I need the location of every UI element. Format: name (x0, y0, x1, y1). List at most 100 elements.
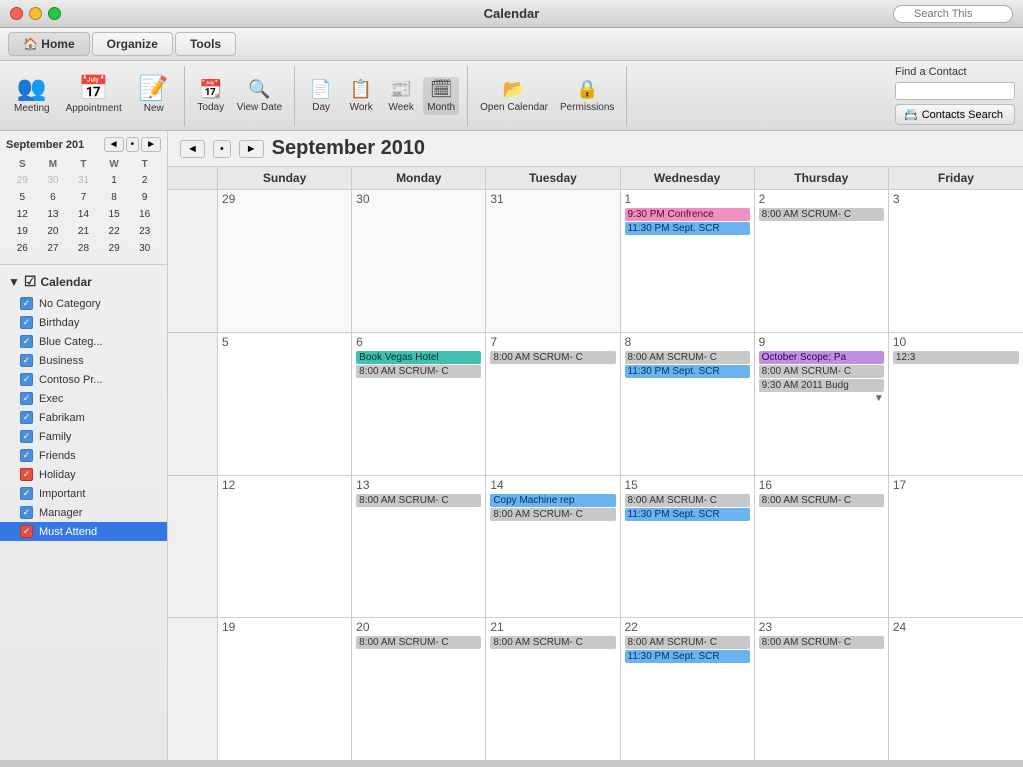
mini-cal-day[interactable]: 12 (8, 207, 37, 222)
cal-event[interactable]: Copy Machine rep (490, 494, 615, 507)
tab-tools[interactable]: Tools (175, 32, 236, 56)
cal-event[interactable]: 11:30 PM Sept. SCR (625, 365, 750, 378)
mini-cal-day[interactable]: 26 (8, 241, 37, 256)
cal-cell-sep21[interactable]: 21 8:00 AM SCRUM- C (486, 618, 620, 760)
cal-event[interactable]: 12:3 (893, 351, 1019, 364)
mini-cal-day[interactable]: 22 (100, 224, 129, 239)
mini-cal-day[interactable]: 19 (8, 224, 37, 239)
cal-event[interactable]: 11:30 PM Sept. SCR (625, 222, 750, 235)
minimize-button[interactable] (29, 7, 42, 20)
cal-event[interactable]: 8:00 AM SCRUM- C (490, 351, 615, 364)
cal-cell-sep23[interactable]: 23 8:00 AM SCRUM- C (755, 618, 889, 760)
cal-event[interactable]: 8:00 AM SCRUM- C (356, 494, 481, 507)
sidebar-item-friends[interactable]: ✓ Friends (0, 446, 167, 465)
checkbox-fabrikam[interactable]: ✓ (20, 411, 33, 424)
cal-cell-sep15[interactable]: 15 8:00 AM SCRUM- C 11:30 PM Sept. SCR (621, 476, 755, 618)
mini-cal-day[interactable]: 9 (130, 190, 159, 205)
cal-event[interactable]: Book Vegas Hotel (356, 351, 481, 364)
open-calendar-button[interactable]: 📂 Open Calendar (476, 77, 552, 115)
month-button[interactable]: 🗓 Month (423, 77, 459, 115)
mini-cal-day[interactable]: 28 (69, 241, 98, 256)
sidebar-item-no-category[interactable]: ✓ No Category (0, 294, 167, 313)
checkbox-no-category[interactable]: ✓ (20, 297, 33, 310)
cal-event[interactable]: 8:00 AM SCRUM- C (759, 494, 884, 507)
cal-cell-sep1[interactable]: 1 9:30 PM Confrence 11:30 PM Sept. SCR (621, 190, 755, 332)
mini-cal-today[interactable]: • (126, 137, 140, 152)
mini-cal-day[interactable]: 13 (39, 207, 68, 222)
tab-home[interactable]: 🏠 Home (8, 32, 90, 56)
cal-event[interactable]: 9:30 AM 2011 Budg (759, 379, 884, 392)
cal-event[interactable]: 8:00 AM SCRUM- C (356, 636, 481, 649)
mini-cal-day[interactable]: 15 (100, 207, 129, 222)
cal-next-button[interactable]: ► (239, 140, 264, 158)
mini-cal-day[interactable]: 2 (130, 173, 159, 188)
meeting-button[interactable]: 👥 Meeting (8, 73, 56, 118)
cal-event[interactable]: 8:00 AM SCRUM- C (490, 508, 615, 521)
cal-event[interactable]: 9:30 PM Confrence (625, 208, 750, 221)
checkbox-business[interactable]: ✓ (20, 354, 33, 367)
sidebar-item-manager[interactable]: ✓ Manager (0, 503, 167, 522)
permissions-button[interactable]: 🔒 Permissions (556, 77, 618, 115)
mini-cal-day[interactable]: 21 (69, 224, 98, 239)
sidebar-item-family[interactable]: ✓ Family (0, 427, 167, 446)
new-button[interactable]: 📝 New (132, 73, 176, 118)
sidebar-item-important[interactable]: ✓ Important (0, 484, 167, 503)
sidebar-item-holiday[interactable]: ✓ Holiday (0, 465, 167, 484)
contacts-search-button[interactable]: 📇 Contacts Search (895, 104, 1015, 125)
sidebar-item-blue-categ[interactable]: ✓ Blue Categ... (0, 332, 167, 351)
cal-cell-sep16[interactable]: 16 8:00 AM SCRUM- C (755, 476, 889, 618)
checkbox-birthday[interactable]: ✓ (20, 316, 33, 329)
tab-organize[interactable]: Organize (92, 32, 173, 56)
cal-cell-sep5[interactable]: 5 (218, 333, 352, 475)
cal-event[interactable]: 8:00 AM SCRUM- C (625, 494, 750, 507)
cal-cell-sep17[interactable]: 17 (889, 476, 1023, 618)
cal-cell-sep9[interactable]: 9 October Scope; Pa 8:00 AM SCRUM- C 9:3… (755, 333, 889, 475)
sidebar-item-must-attend[interactable]: ✓ Must Attend (0, 522, 167, 541)
sidebar-item-business[interactable]: ✓ Business (0, 351, 167, 370)
find-contact-input[interactable] (895, 82, 1015, 100)
mini-cal-day[interactable]: 30 (130, 241, 159, 256)
sidebar-item-exec[interactable]: ✓ Exec (0, 389, 167, 408)
checkbox-important[interactable]: ✓ (20, 487, 33, 500)
cal-cell-sep20[interactable]: 20 8:00 AM SCRUM- C (352, 618, 486, 760)
cal-event[interactable]: 8:00 AM SCRUM- C (759, 636, 884, 649)
appointment-button[interactable]: 📅 Appointment (60, 73, 128, 118)
cal-event[interactable]: 8:00 AM SCRUM- C (356, 365, 481, 378)
cal-event[interactable]: 8:00 AM SCRUM- C (759, 208, 884, 221)
cal-cell-sep14[interactable]: 14 Copy Machine rep 8:00 AM SCRUM- C (486, 476, 620, 618)
view-date-button[interactable]: 🔍 View Date (233, 77, 286, 115)
checkbox-blue-categ[interactable]: ✓ (20, 335, 33, 348)
cal-event[interactable]: 8:00 AM SCRUM- C (759, 365, 884, 378)
mini-cal-day[interactable]: 30 (39, 173, 68, 188)
cal-cell-aug31[interactable]: 31 (486, 190, 620, 332)
sidebar-item-fabrikam[interactable]: ✓ Fabrikam (0, 408, 167, 427)
checkbox-manager[interactable]: ✓ (20, 506, 33, 519)
sidebar-item-birthday[interactable]: ✓ Birthday (0, 313, 167, 332)
checkbox-holiday[interactable]: ✓ (20, 468, 33, 481)
work-button[interactable]: 📋 Work (343, 77, 379, 115)
cal-event[interactable]: October Scope; Pa (759, 351, 884, 364)
cal-cell-sep24[interactable]: 24 (889, 618, 1023, 760)
cal-event[interactable]: 8:00 AM SCRUM- C (490, 636, 615, 649)
mini-cal-day[interactable]: 29 (100, 241, 129, 256)
sidebar-item-contoso[interactable]: ✓ Contoso Pr... (0, 370, 167, 389)
mini-cal-day[interactable]: 1 (100, 173, 129, 188)
day-button[interactable]: 📄 Day (303, 77, 339, 115)
checkbox-exec[interactable]: ✓ (20, 392, 33, 405)
checkbox-contoso[interactable]: ✓ (20, 373, 33, 386)
maximize-button[interactable] (48, 7, 61, 20)
cal-event[interactable]: 11:30 PM Sept. SCR (625, 508, 750, 521)
cal-cell-sep7[interactable]: 7 8:00 AM SCRUM- C (486, 333, 620, 475)
mini-cal-day[interactable]: 6 (39, 190, 68, 205)
search-input[interactable] (893, 5, 1013, 23)
mini-cal-next[interactable]: ► (141, 137, 161, 152)
cal-cell-sep3[interactable]: 3 (889, 190, 1023, 332)
cal-event[interactable]: 8:00 AM SCRUM- C (625, 351, 750, 364)
cal-cell-sep12[interactable]: 12 (218, 476, 352, 618)
checkbox-must-attend[interactable]: ✓ (20, 525, 33, 538)
today-button[interactable]: 📆 Today (193, 77, 229, 115)
mini-cal-day[interactable]: 27 (39, 241, 68, 256)
cal-cell-sep6[interactable]: 6 Book Vegas Hotel 8:00 AM SCRUM- C (352, 333, 486, 475)
mini-cal-day[interactable]: 31 (69, 173, 98, 188)
cal-today-dot-button[interactable]: • (213, 140, 231, 158)
